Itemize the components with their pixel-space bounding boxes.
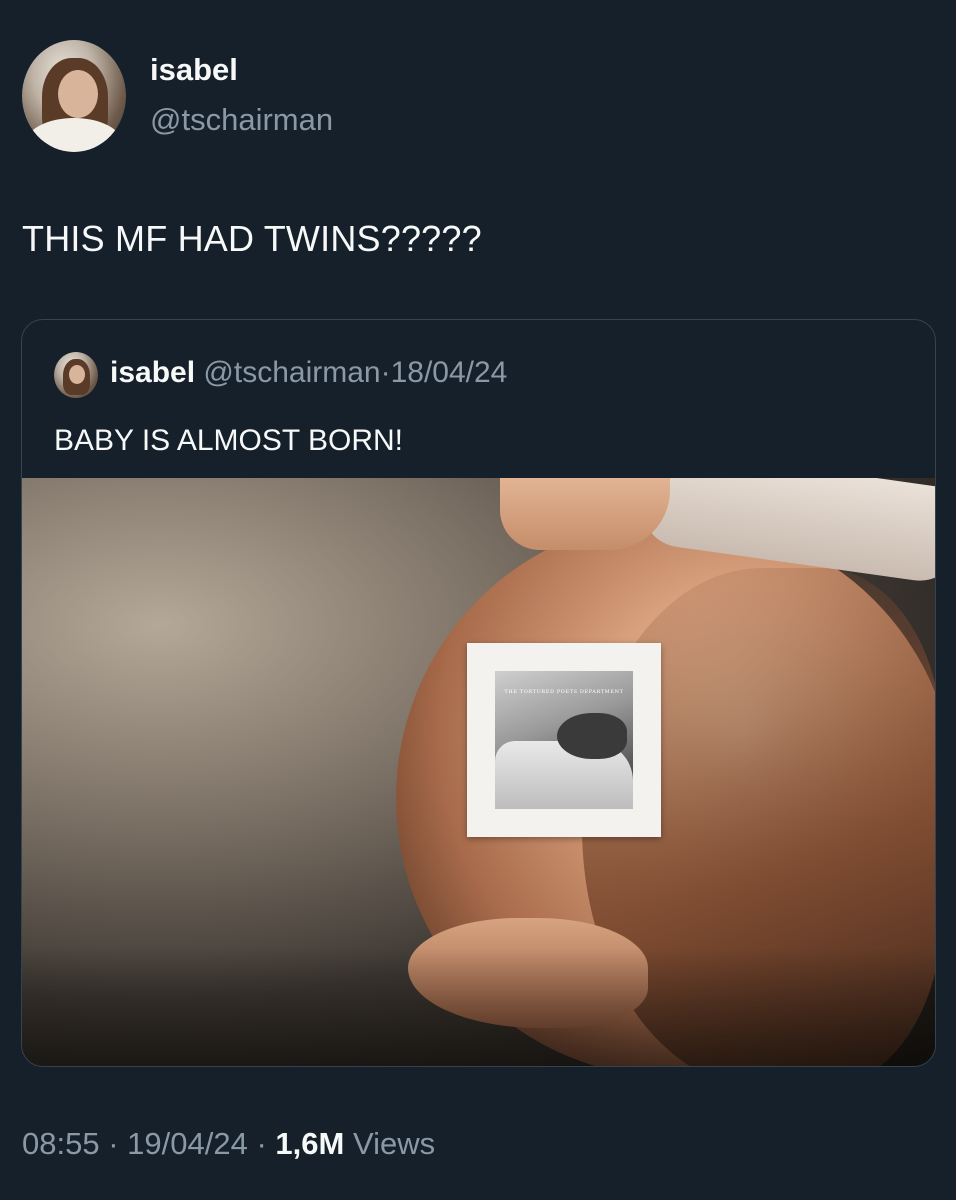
quoted-tweet-meta: isabel @tschairman·18/04/24 <box>110 356 507 390</box>
author-name[interactable]: isabel <box>150 52 238 88</box>
quoted-tweet-image[interactable]: THE TORTURED POETS DEPARTMENT <box>22 478 935 1066</box>
footer-separator: · <box>108 1126 119 1161</box>
quoted-tweet-date[interactable]: 18/04/24 <box>391 356 508 389</box>
tweet-text: THIS MF HAD TWINS????? <box>22 218 482 259</box>
views-count[interactable]: 1,6M <box>275 1126 344 1161</box>
image-shadow <box>22 948 935 1066</box>
album-title: THE TORTURED POETS DEPARTMENT <box>504 689 624 695</box>
quoted-author-avatar[interactable] <box>54 352 98 398</box>
album-artwork: THE TORTURED POETS DEPARTMENT <box>495 671 633 809</box>
quoted-author-name[interactable]: isabel <box>110 356 195 389</box>
author-avatar[interactable] <box>22 40 126 152</box>
album-figure <box>557 713 627 759</box>
tweet-date[interactable]: 19/04/24 <box>127 1126 248 1161</box>
quoted-author-handle[interactable]: @tschairman <box>203 356 380 389</box>
author-handle[interactable]: @tschairman <box>150 102 333 138</box>
tweet-page: isabel @tschairman THIS MF HAD TWINS????… <box>0 0 956 1200</box>
album-cover: THE TORTURED POETS DEPARTMENT <box>467 643 661 837</box>
footer-separator: · <box>256 1126 267 1161</box>
meta-separator: · <box>380 356 391 389</box>
avatar-face <box>58 70 98 118</box>
views-label[interactable]: Views <box>353 1126 435 1161</box>
avatar-face <box>69 365 85 384</box>
tweet-time[interactable]: 08:55 <box>22 1126 100 1161</box>
tweet-footer: 08:55 · 19/04/24 · 1,6M Views <box>22 1126 435 1162</box>
quoted-tweet-card[interactable]: isabel @tschairman·18/04/24 BABY IS ALMO… <box>21 319 936 1067</box>
quoted-tweet-text: BABY IS ALMOST BORN! <box>54 424 404 457</box>
